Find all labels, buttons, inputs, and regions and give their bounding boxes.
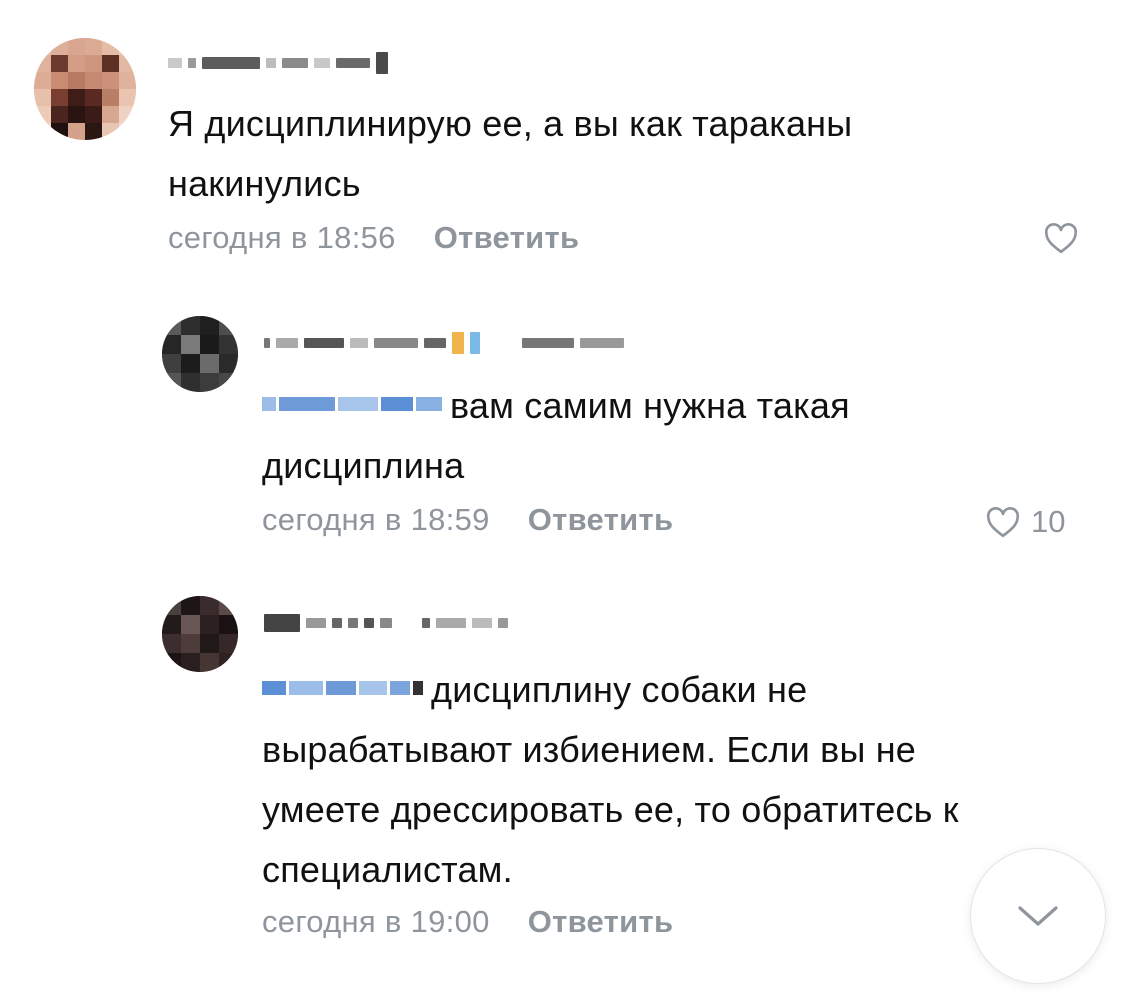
- comment-text: вам самим нужна такая дисциплина: [262, 376, 1042, 496]
- avatar[interactable]: [162, 596, 238, 672]
- timestamp: сегодня в 18:59: [262, 502, 490, 537]
- comment-meta: сегодня в 18:56 Ответить: [168, 220, 579, 256]
- heart-icon: [1044, 223, 1078, 254]
- comment-text: дисциплину собаки не вырабатывают избиен…: [262, 660, 1042, 900]
- avatar[interactable]: [162, 316, 238, 392]
- reply-button[interactable]: Ответить: [434, 220, 580, 256]
- author-name[interactable]: [264, 332, 624, 354]
- heart-icon: [986, 507, 1020, 538]
- like-count: 10: [1031, 504, 1066, 539]
- comment-meta: сегодня в 18:59 Ответить: [262, 502, 673, 538]
- comment-meta: сегодня в 19:00 Ответить: [262, 904, 673, 940]
- like-button[interactable]: [1043, 222, 1089, 254]
- reply-button[interactable]: Ответить: [528, 502, 674, 538]
- chevron-down-icon: [1018, 906, 1058, 926]
- reply-button[interactable]: Ответить: [528, 904, 674, 940]
- avatar[interactable]: [34, 38, 136, 140]
- mention-link[interactable]: [262, 681, 423, 696]
- like-button[interactable]: 10: [985, 504, 1065, 540]
- author-name[interactable]: [168, 52, 388, 74]
- scroll-down-button[interactable]: [970, 848, 1106, 984]
- mention-link[interactable]: [262, 397, 442, 412]
- timestamp: сегодня в 18:56: [168, 220, 396, 255]
- author-name[interactable]: [264, 614, 508, 632]
- comment-text: Я дисциплинирую ее, а вы как тараканы на…: [168, 103, 853, 204]
- comment-body: дисциплину собаки не вырабатывают избиен…: [262, 669, 959, 890]
- timestamp: сегодня в 19:00: [262, 904, 490, 939]
